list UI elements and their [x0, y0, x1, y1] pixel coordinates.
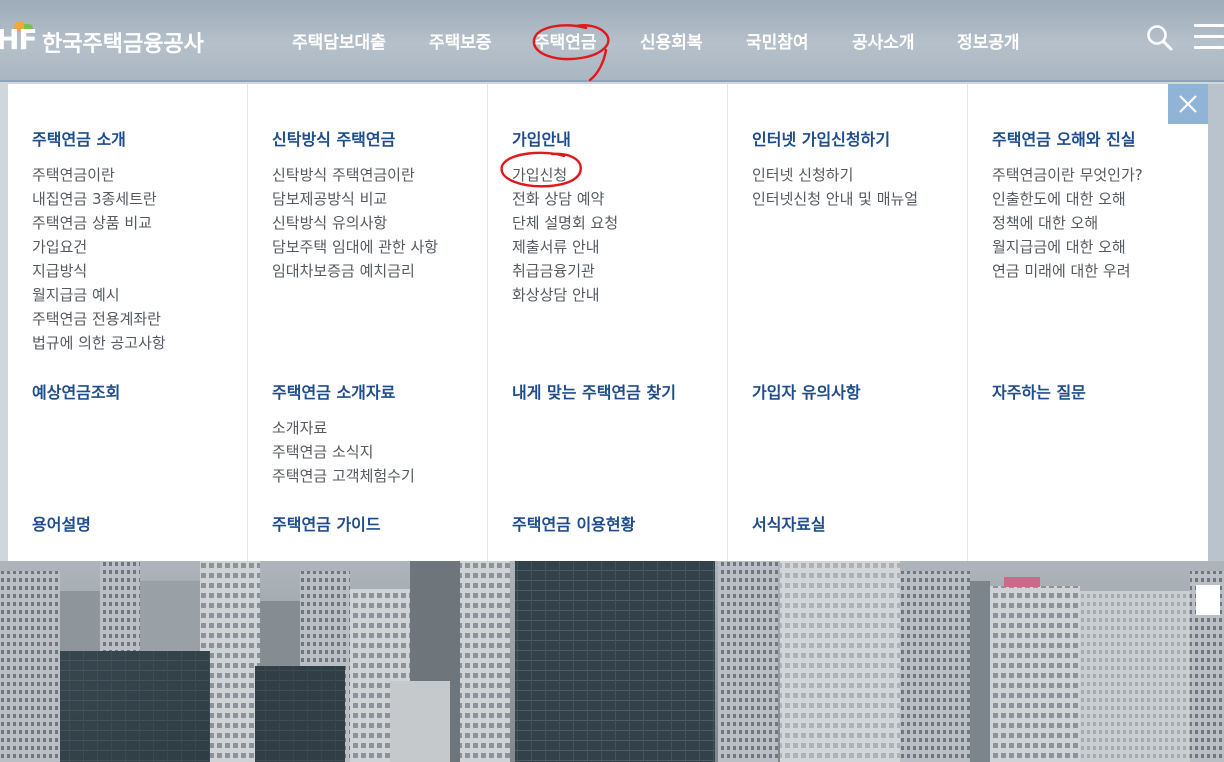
menu-section: 가입안내 가입신청 전화 상담 예약 단체 설명회 요청 제출서류 안내 취급금… [512, 126, 618, 307]
menu-column-1: 주택연금 소개 주택연금이란 내집연금 3종세트란 주택연금 상품 비교 가입요… [8, 84, 248, 561]
gnb-item-housing-loan[interactable]: 주택담보대출 [292, 28, 386, 53]
submenu-item[interactable]: 담보제공방식 비교 [272, 187, 438, 211]
menu-section-title[interactable]: 주택연금 오해와 진실 [992, 126, 1143, 150]
menu-section: 주택연금 소개 주택연금이란 내집연금 3종세트란 주택연금 상품 비교 가입요… [32, 126, 166, 355]
submenu-item[interactable]: 주택연금 상품 비교 [32, 211, 166, 235]
site-header: HF 한국주택금융공사 주택담보대출 주택보증 주택연금 신용회복 국민참여 공… [0, 0, 1224, 82]
close-icon[interactable] [1168, 84, 1208, 124]
submenu-item[interactable]: 주택연금 소식지 [272, 440, 415, 464]
site-logo[interactable]: HF 한국주택금융공사 [0, 22, 204, 62]
menu-section-title[interactable]: 자주하는 질문 [992, 379, 1086, 403]
submenu-item[interactable]: 신탁방식 주택연금이란 [272, 163, 438, 187]
submenu-item[interactable]: 신탁방식 유의사항 [272, 211, 438, 235]
menu-column-3: 가입안내 가입신청 전화 상담 예약 단체 설명회 요청 제출서류 안내 취급금… [488, 84, 728, 561]
submenu-item[interactable]: 정책에 대한 오해 [992, 211, 1143, 235]
submenu-item[interactable]: 주택연금이란 [32, 163, 166, 187]
menu-section-title[interactable]: 가입안내 [512, 126, 618, 150]
menu-section-title[interactable]: 주택연금 소개 [32, 126, 166, 150]
menu-section-title[interactable]: 예상연금조회 [32, 379, 120, 403]
submenu-list: 신탁방식 주택연금이란 담보제공방식 비교 신탁방식 유의사항 담보주택 임대에… [272, 163, 438, 283]
menu-section-title[interactable]: 주택연금 소개자료 [272, 379, 415, 403]
page-edge-strip [1208, 84, 1224, 561]
logo-text: 한국주택금융공사 [42, 32, 204, 57]
menu-section: 주택연금 이용현황 [512, 511, 635, 535]
menu-section-title[interactable]: 주택연금 이용현황 [512, 511, 635, 535]
gnb-item-housing-guarantee[interactable]: 주택보증 [429, 28, 492, 53]
submenu-item[interactable]: 법규에 의한 공고사항 [32, 331, 166, 355]
menu-section: 자주하는 질문 [992, 379, 1086, 403]
menu-section: 인터넷 가입신청하기 인터넷 신청하기 인터넷신청 안내 및 매뉴얼 [752, 126, 918, 211]
submenu-list: 가입신청 전화 상담 예약 단체 설명회 요청 제출서류 안내 취급금융기관 화… [512, 163, 618, 307]
submenu-list: 주택연금이란 무엇인가? 인출한도에 대한 오해 정책에 대한 오해 월지급금에… [992, 163, 1143, 283]
submenu-list: 소개자료 주택연금 소식지 주택연금 고객체험수기 [272, 416, 415, 488]
logo-mark-text: HF [0, 23, 38, 56]
menu-section: 신탁방식 주택연금 신탁방식 주택연금이란 담보제공방식 비교 신탁방식 유의사… [272, 126, 438, 283]
menu-section-title[interactable]: 주택연금 가이드 [272, 511, 381, 535]
submenu-list: 인터넷 신청하기 인터넷신청 안내 및 매뉴얼 [752, 163, 918, 211]
menu-section-title[interactable]: 가입자 유의사항 [752, 379, 861, 403]
submenu-item[interactable]: 화상상담 안내 [512, 283, 618, 307]
gnb-item-credit-recovery[interactable]: 신용회복 [640, 28, 703, 53]
submenu-item-apply[interactable]: 가입신청 [512, 163, 618, 187]
submenu-item[interactable]: 월지급금에 대한 오해 [992, 235, 1143, 259]
submenu-item[interactable]: 연금 미래에 대한 우려 [992, 259, 1143, 283]
submenu-item[interactable]: 취급금융기관 [512, 259, 618, 283]
menu-column-5: 주택연금 오해와 진실 주택연금이란 무엇인가? 인출한도에 대한 오해 정책에… [968, 84, 1208, 561]
hf-logo-mark: HF [0, 22, 40, 62]
submenu-item[interactable]: 주택연금 고객체험수기 [272, 464, 415, 488]
submenu-list: 주택연금이란 내집연금 3종세트란 주택연금 상품 비교 가입요건 지급방식 월… [32, 163, 166, 355]
submenu-item[interactable]: 지급방식 [32, 259, 166, 283]
menu-section: 예상연금조회 [32, 379, 120, 403]
menu-section-title[interactable]: 서식자료실 [752, 511, 826, 535]
menu-section-title[interactable]: 내게 맞는 주택연금 찾기 [512, 379, 676, 403]
submenu-item[interactable]: 전화 상담 예약 [512, 187, 618, 211]
hamburger-menu-icon[interactable] [1194, 24, 1224, 52]
submenu-item[interactable]: 주택연금 전용계좌란 [32, 307, 166, 331]
submenu-item[interactable]: 담보주택 임대에 관한 사항 [272, 235, 438, 259]
submenu-item[interactable]: 월지급금 예시 [32, 283, 166, 307]
menu-column-4: 인터넷 가입신청하기 인터넷 신청하기 인터넷신청 안내 및 매뉴얼 가입자 유… [728, 84, 968, 561]
menu-section-title[interactable]: 인터넷 가입신청하기 [752, 126, 918, 150]
submenu-item[interactable]: 주택연금이란 무엇인가? [992, 163, 1143, 187]
submenu-item[interactable]: 인출한도에 대한 오해 [992, 187, 1143, 211]
menu-section: 서식자료실 [752, 511, 826, 535]
gnb-item-housing-pension[interactable]: 주택연금 [534, 28, 597, 53]
city-skyline-image [0, 561, 1224, 762]
submenu-item[interactable]: 임대차보증금 예치금리 [272, 259, 438, 283]
gnb-item-disclosure[interactable]: 정보공개 [957, 28, 1020, 53]
submenu-item[interactable]: 소개자료 [272, 416, 415, 440]
menu-section-title[interactable]: 신탁방식 주택연금 [272, 126, 438, 150]
submenu-item[interactable]: 제출서류 안내 [512, 235, 618, 259]
menu-section-title[interactable]: 용어설명 [32, 511, 91, 535]
submenu-item[interactable]: 인터넷신청 안내 및 매뉴얼 [752, 187, 918, 211]
gnb-item-public-participation[interactable]: 국민참여 [746, 28, 809, 53]
gnb-item-about[interactable]: 공사소개 [852, 28, 915, 53]
submenu-item[interactable]: 단체 설명회 요청 [512, 211, 618, 235]
menu-column-2: 신탁방식 주택연금 신탁방식 주택연금이란 담보제공방식 비교 신탁방식 유의사… [248, 84, 488, 561]
submenu-item[interactable]: 가입요건 [32, 235, 166, 259]
mega-menu-panel: 주택연금 소개 주택연금이란 내집연금 3종세트란 주택연금 상품 비교 가입요… [8, 84, 1208, 561]
menu-section: 주택연금 가이드 [272, 511, 381, 535]
search-icon[interactable] [1146, 24, 1174, 52]
page: HF 한국주택금융공사 주택담보대출 주택보증 주택연금 신용회복 국민참여 공… [0, 0, 1224, 762]
menu-section: 주택연금 소개자료 소개자료 주택연금 소식지 주택연금 고객체험수기 [272, 379, 415, 488]
submenu-item[interactable]: 인터넷 신청하기 [752, 163, 918, 187]
menu-section: 용어설명 [32, 511, 91, 535]
menu-section: 가입자 유의사항 [752, 379, 861, 403]
submenu-item[interactable]: 내집연금 3종세트란 [32, 187, 166, 211]
menu-section: 주택연금 오해와 진실 주택연금이란 무엇인가? 인출한도에 대한 오해 정책에… [992, 126, 1143, 283]
menu-section: 내게 맞는 주택연금 찾기 [512, 379, 676, 403]
